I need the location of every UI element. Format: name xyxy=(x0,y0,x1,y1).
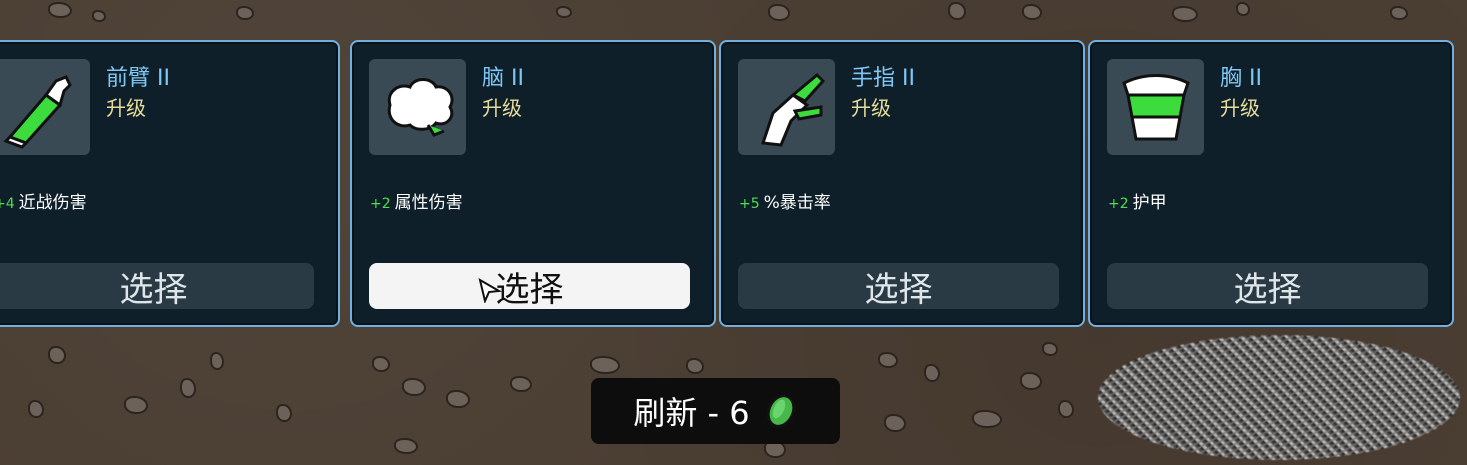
ground-pebble xyxy=(1020,372,1042,390)
ground-pebble xyxy=(768,4,790,21)
item-name: 手指 II xyxy=(851,66,915,91)
stat-label: 属性伤害 xyxy=(394,193,463,213)
item-name: 前臂 II xyxy=(106,66,170,91)
ground-pebble xyxy=(446,390,470,408)
item-icon-frame xyxy=(369,59,466,155)
item-type: 升级 xyxy=(482,96,522,120)
ground-pebble xyxy=(276,404,292,422)
item-name: 胸 II xyxy=(1220,66,1262,91)
upgrade-card: 前臂 II 升级 +4 近战伤害 选择 xyxy=(0,40,340,327)
ground-pebble xyxy=(28,400,44,418)
ground-pebble xyxy=(124,396,148,414)
ground-pebble xyxy=(948,2,966,20)
ground-pebble xyxy=(1058,400,1074,418)
ground-pebble xyxy=(1022,4,1042,20)
ground-pebble xyxy=(180,378,196,398)
item-type: 升级 xyxy=(851,96,891,120)
brain-icon xyxy=(387,78,454,137)
ground-pebble xyxy=(372,356,390,372)
chest-icon xyxy=(1121,74,1190,141)
ground-pebble xyxy=(924,364,940,382)
select-button[interactable]: 选择 xyxy=(738,263,1059,310)
stat-label: %暴击率 xyxy=(763,193,831,213)
item-icon-frame xyxy=(1107,59,1204,155)
refresh-button[interactable]: 刷新 - 6 xyxy=(591,378,840,444)
stat-line: +2 属性伤害 xyxy=(370,188,463,213)
ground-pebble xyxy=(1172,6,1198,22)
stat-value: +5 xyxy=(739,196,760,212)
ground-pebble xyxy=(402,378,426,396)
select-button-label: 选择 xyxy=(495,269,564,310)
item-type: 升级 xyxy=(106,96,146,120)
upgrade-card: 脑 II 升级 +2 属性伤害 选择 xyxy=(350,40,716,327)
ground-pebble xyxy=(210,352,224,370)
ground-pebble xyxy=(590,356,620,374)
item-icon-frame xyxy=(0,59,90,155)
select-button[interactable]: 选择 xyxy=(0,263,314,310)
stat-label: 近战伤害 xyxy=(18,193,87,213)
refresh-label: 刷新 - 6 xyxy=(633,394,750,432)
ground-pebble xyxy=(878,352,898,368)
stat-line: +4 近战伤害 xyxy=(0,188,87,213)
select-button[interactable]: 选择 xyxy=(1107,263,1428,310)
ground-pebble xyxy=(1236,2,1250,16)
ground-pebble xyxy=(686,358,704,374)
noise-overlay xyxy=(1098,335,1460,460)
item-icon-frame xyxy=(738,59,835,155)
stat-line: +2 护甲 xyxy=(1108,188,1167,213)
finger-icon xyxy=(760,72,825,147)
upgrade-card: 手指 II 升级 +5 %暴击率 选择 xyxy=(719,40,1085,327)
forearm-icon xyxy=(2,75,72,149)
ground-pebble xyxy=(1042,342,1058,356)
ground-pebble xyxy=(556,6,572,18)
ground-pebble xyxy=(394,438,418,454)
stat-label: 护甲 xyxy=(1132,193,1167,213)
ground-pebble xyxy=(510,376,532,392)
ground-pebble xyxy=(48,2,72,18)
ground-pebble xyxy=(1390,6,1408,20)
stat-value: +2 xyxy=(370,196,391,212)
material-coin-icon xyxy=(766,394,795,428)
item-name: 脑 II xyxy=(482,66,524,91)
stat-value: +4 xyxy=(0,196,15,212)
ground-pebble xyxy=(48,346,66,364)
upgrade-card: 胸 II 升级 +2 护甲 选择 xyxy=(1088,40,1454,327)
mouse-cursor-icon xyxy=(478,277,503,303)
stat-line: +5 %暴击率 xyxy=(739,188,831,213)
ground-pebble xyxy=(92,10,106,22)
ground-pebble xyxy=(236,6,254,20)
stat-value: +2 xyxy=(1108,196,1129,212)
select-button[interactable]: 选择 xyxy=(369,263,690,310)
ground-pebble xyxy=(972,410,1002,428)
ground-pebble xyxy=(884,414,906,432)
item-type: 升级 xyxy=(1220,96,1260,120)
